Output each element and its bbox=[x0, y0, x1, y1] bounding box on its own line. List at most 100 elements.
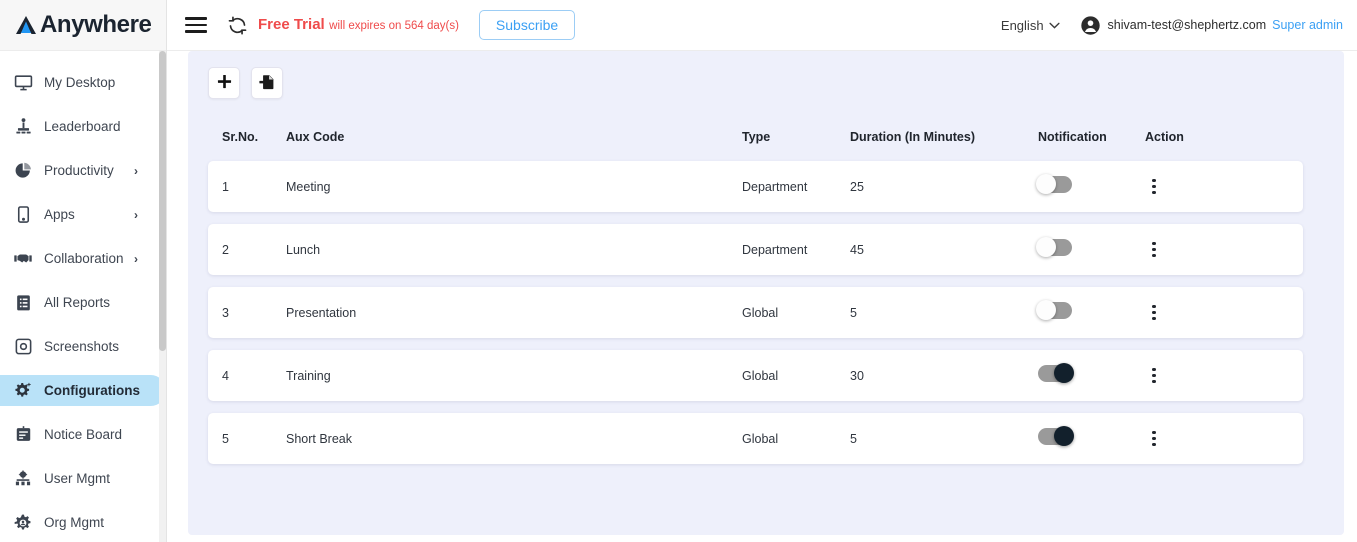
aux-code-table: Sr.No. Aux Code Type Duration (In Minute… bbox=[208, 125, 1303, 464]
sidebar-item-label: Productivity bbox=[44, 163, 114, 178]
sidebar-item-label: Notice Board bbox=[44, 427, 123, 442]
content-area: Sr.No. Aux Code Type Duration (In Minute… bbox=[167, 51, 1357, 542]
topbar: Free Trial will expires on 564 day(s) Su… bbox=[167, 0, 1357, 51]
user-email: shivam-test@shephertz.com bbox=[1107, 18, 1267, 32]
toggle-knob bbox=[1036, 300, 1056, 320]
sidebar-item-label: All Reports bbox=[44, 295, 111, 310]
sidebar-item-label: Leaderboard bbox=[44, 119, 121, 134]
org-gear-icon bbox=[12, 512, 34, 534]
monitor-icon bbox=[12, 72, 34, 94]
sidebar-item-label: Screenshots bbox=[44, 339, 120, 354]
cell-notification bbox=[1038, 363, 1145, 387]
more-vertical-icon[interactable] bbox=[1145, 366, 1163, 386]
cell-action bbox=[1145, 429, 1235, 449]
sidebar-item-my-desktop[interactable]: My Desktop bbox=[0, 67, 166, 98]
table-body: 1 Meeting Department 25 2 Lunch Department 45 3 P… bbox=[208, 161, 1303, 464]
brand-logo[interactable]: Anywhere bbox=[0, 0, 166, 51]
table-row: 5 Short Break Global 5 bbox=[208, 413, 1303, 464]
sidebar-item-org-mgmt[interactable]: Org Mgmt bbox=[0, 507, 166, 538]
cell-sr-no: 5 bbox=[222, 431, 229, 446]
cell-notification bbox=[1036, 174, 1145, 198]
table-row: 1 Meeting Department 25 bbox=[208, 161, 1303, 212]
sidebar-item-screenshots[interactable]: Screenshots bbox=[0, 331, 166, 362]
chevron-right-icon: › bbox=[134, 207, 138, 222]
user-role-link[interactable]: Super admin bbox=[1272, 18, 1343, 32]
sidebar-item-label: Org Mgmt bbox=[44, 515, 105, 530]
cell-duration: 30 bbox=[850, 368, 864, 383]
notification-toggle[interactable] bbox=[1036, 300, 1072, 320]
cell-aux-code: Presentation bbox=[286, 305, 357, 320]
column-header-duration: Duration (In Minutes) bbox=[850, 130, 975, 144]
cell-type: Global bbox=[742, 305, 779, 320]
subscribe-button[interactable]: Subscribe bbox=[478, 10, 576, 40]
column-header-aux-code: Aux Code bbox=[286, 130, 345, 144]
language-selector[interactable]: English bbox=[1001, 18, 1060, 33]
trial-label: Free Trial bbox=[258, 16, 325, 33]
chevron-down-icon bbox=[1048, 22, 1060, 29]
chevron-right-icon: › bbox=[134, 251, 138, 266]
column-header-sr-no: Sr.No. bbox=[222, 130, 259, 144]
gear-plus-icon bbox=[12, 380, 34, 402]
toggle-knob bbox=[1054, 426, 1074, 446]
sidebar-item-collaboration[interactable]: Collaboration › bbox=[0, 243, 166, 274]
export-aux-code-button[interactable] bbox=[251, 67, 283, 99]
cell-action bbox=[1145, 366, 1235, 386]
refresh-icon[interactable] bbox=[227, 15, 248, 36]
users-gear-icon bbox=[12, 468, 34, 490]
cell-notification bbox=[1038, 426, 1145, 450]
notification-toggle[interactable] bbox=[1036, 237, 1072, 257]
cell-aux-code: Short Break bbox=[286, 431, 353, 446]
add-aux-code-button[interactable] bbox=[208, 67, 240, 99]
sidebar-scrollbar[interactable] bbox=[159, 51, 166, 542]
table-row: 2 Lunch Department 45 bbox=[208, 224, 1303, 275]
sidebar-item-productivity[interactable]: Productivity › bbox=[0, 155, 166, 186]
sidebar-item-apps[interactable]: Apps › bbox=[0, 199, 166, 230]
user-avatar-icon[interactable] bbox=[1080, 15, 1101, 36]
table-header-row: Sr.No. Aux Code Type Duration (In Minute… bbox=[208, 125, 1303, 149]
sidebar-item-all-reports[interactable]: All Reports bbox=[0, 287, 166, 318]
app-root: Anywhere My Desktop Leaderboard Producti… bbox=[0, 0, 1357, 542]
toggle-knob bbox=[1036, 237, 1056, 257]
cell-type: Global bbox=[742, 368, 779, 383]
trial-notice: Free Trial will expires on 564 day(s) bbox=[258, 16, 459, 34]
notification-toggle[interactable] bbox=[1038, 363, 1074, 383]
cell-aux-code: Lunch bbox=[286, 242, 321, 257]
cell-duration: 5 bbox=[850, 305, 857, 320]
handshake-icon bbox=[12, 248, 34, 270]
export-file-icon bbox=[259, 74, 275, 93]
sidebar-item-configurations[interactable]: Configurations bbox=[0, 375, 166, 406]
cell-duration: 5 bbox=[850, 431, 857, 446]
hamburger-icon[interactable] bbox=[185, 13, 207, 36]
cell-aux-code: Meeting bbox=[286, 179, 331, 194]
sidebar-item-leaderboard[interactable]: Leaderboard bbox=[0, 111, 166, 142]
mountain-a-logo-icon bbox=[13, 12, 39, 38]
sidebar-item-user-mgmt[interactable]: User Mgmt bbox=[0, 463, 166, 494]
more-vertical-icon[interactable] bbox=[1145, 429, 1163, 449]
cell-sr-no: 2 bbox=[222, 242, 229, 257]
more-vertical-icon[interactable] bbox=[1145, 303, 1163, 323]
sidebar-scrollbar-thumb[interactable] bbox=[159, 51, 166, 351]
plus-icon bbox=[217, 74, 232, 92]
notification-toggle[interactable] bbox=[1036, 174, 1072, 194]
toggle-knob bbox=[1054, 363, 1074, 383]
cell-action bbox=[1145, 240, 1235, 260]
sidebar-item-notice-board[interactable]: Notice Board bbox=[0, 419, 166, 450]
sidebar-item-label: Configurations bbox=[44, 383, 140, 398]
cell-notification bbox=[1036, 237, 1145, 261]
toggle-knob bbox=[1036, 174, 1056, 194]
notification-toggle[interactable] bbox=[1038, 426, 1074, 446]
more-vertical-icon[interactable] bbox=[1145, 240, 1163, 260]
cell-type: Global bbox=[742, 431, 779, 446]
camera-icon bbox=[12, 336, 34, 358]
sidebar-item-label: My Desktop bbox=[44, 75, 116, 90]
cell-notification bbox=[1036, 300, 1145, 324]
mobile-icon bbox=[12, 204, 34, 226]
cell-duration: 25 bbox=[850, 179, 864, 194]
cell-action bbox=[1145, 177, 1235, 197]
cell-sr-no: 4 bbox=[222, 368, 229, 383]
more-vertical-icon[interactable] bbox=[1145, 177, 1163, 197]
podium-icon bbox=[12, 116, 34, 138]
panel-toolbar bbox=[208, 67, 1324, 99]
sidebar-item-label: Collaboration bbox=[44, 251, 124, 266]
pie-chart-icon bbox=[12, 160, 34, 182]
